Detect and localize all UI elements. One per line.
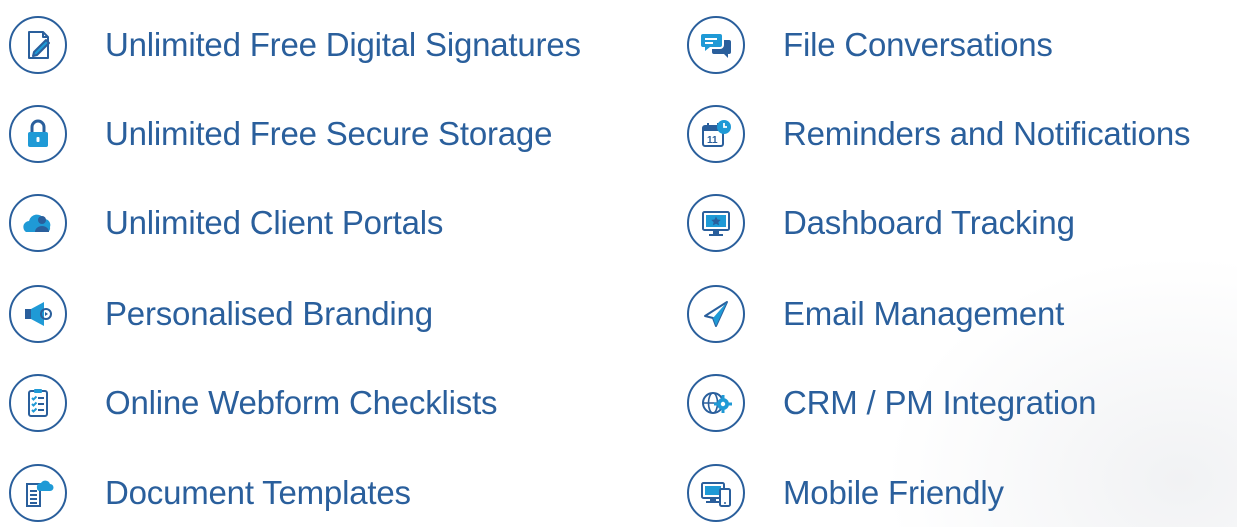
globe-gear-icon bbox=[687, 374, 745, 432]
feature-label: CRM / PM Integration bbox=[783, 384, 1097, 421]
feature-reminders-notifications: 11 Reminders and Notifications bbox=[687, 104, 1190, 164]
feature-crm-pm-integration: CRM / PM Integration bbox=[687, 373, 1096, 433]
signature-document-icon bbox=[9, 16, 67, 74]
paper-plane-icon bbox=[687, 285, 745, 343]
padlock-icon bbox=[9, 105, 67, 163]
feature-webform-checklists: Online Webform Checklists bbox=[9, 373, 498, 433]
feature-label: File Conversations bbox=[783, 26, 1053, 63]
svg-text:11: 11 bbox=[707, 135, 718, 146]
feature-label: Personalised Branding bbox=[105, 295, 433, 332]
feature-document-templates: Document Templates bbox=[9, 463, 411, 523]
feature-label: Email Management bbox=[783, 295, 1065, 332]
feature-email-management: Email Management bbox=[687, 284, 1064, 344]
feature-file-conversations: File Conversations bbox=[687, 15, 1053, 75]
feature-dashboard-tracking: Dashboard Tracking bbox=[687, 193, 1075, 253]
feature-label: Document Templates bbox=[105, 474, 411, 511]
feature-secure-storage: Unlimited Free Secure Storage bbox=[9, 104, 552, 164]
clipboard-checklist-icon bbox=[9, 374, 67, 432]
megaphone-icon bbox=[9, 285, 67, 343]
cloud-user-icon bbox=[9, 194, 67, 252]
feature-label: Online Webform Checklists bbox=[105, 384, 498, 421]
feature-mobile-friendly: Mobile Friendly bbox=[687, 463, 1004, 523]
feature-label: Unlimited Free Digital Signatures bbox=[105, 26, 581, 63]
chat-bubbles-icon bbox=[687, 16, 745, 74]
feature-label: Dashboard Tracking bbox=[783, 204, 1075, 241]
feature-label: Unlimited Client Portals bbox=[105, 204, 444, 241]
monitor-star-icon bbox=[687, 194, 745, 252]
calendar-clock-icon: 11 bbox=[687, 105, 745, 163]
feature-digital-signatures: Unlimited Free Digital Signatures bbox=[9, 15, 581, 75]
document-cloud-icon bbox=[9, 464, 67, 522]
feature-client-portals: Unlimited Client Portals bbox=[9, 193, 443, 253]
feature-label: Reminders and Notifications bbox=[783, 115, 1191, 152]
feature-personalised-branding: Personalised Branding bbox=[9, 284, 433, 344]
feature-label: Mobile Friendly bbox=[783, 474, 1004, 511]
devices-icon bbox=[687, 464, 745, 522]
feature-label: Unlimited Free Secure Storage bbox=[105, 115, 553, 152]
